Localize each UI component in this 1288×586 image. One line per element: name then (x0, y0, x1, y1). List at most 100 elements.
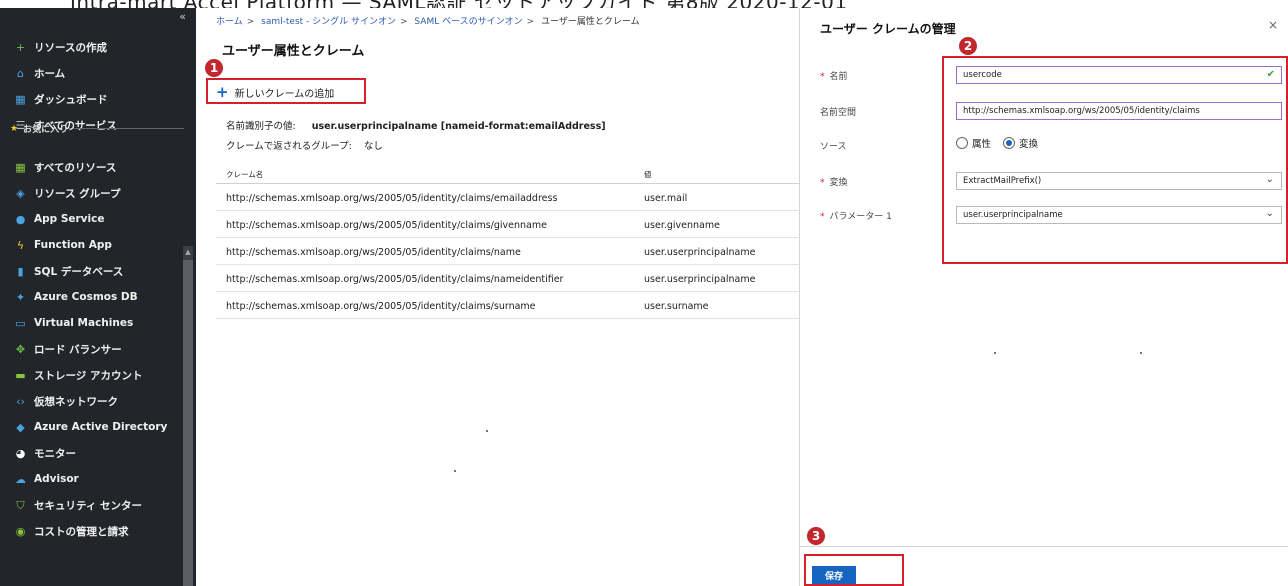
sidebar-scrollbar-thumb[interactable] (183, 260, 193, 586)
table-row[interactable]: http://schemas.xmlsoap.org/ws/2005/05/id… (216, 211, 800, 238)
document-title: Intra-mart Accel Platform — SAML認証 セットアッ… (70, 0, 848, 8)
transform-dropdown[interactable]: ExtractMailPrefix() ⌄ (956, 172, 1282, 190)
sidebar-item[interactable]: ◆ Azure Active Directory (0, 414, 180, 440)
sidebar-item[interactable]: ✥ ロード バランサー (0, 336, 180, 362)
favorites-label: お気に入り (23, 125, 69, 135)
breadcrumb-home[interactable]: ホーム (216, 17, 243, 27)
sidebar-item-label: Virtual Machines (34, 317, 134, 329)
close-icon[interactable]: × (1268, 18, 1278, 32)
sidebar-item-label: ストレージ アカウント (34, 369, 143, 382)
column-header-value[interactable]: 値 (644, 169, 652, 180)
table-row[interactable]: http://schemas.xmlsoap.org/ws/2005/05/id… (216, 184, 800, 211)
sidebar-item[interactable]: ● App Service (0, 206, 180, 232)
table-row[interactable]: http://schemas.xmlsoap.org/ws/2005/05/id… (216, 265, 800, 292)
sidebar-item-label: コストの管理と請求 (34, 525, 129, 538)
artifact-dot (1140, 352, 1142, 354)
scroll-up-arrow-icon[interactable]: ▲ (183, 248, 193, 258)
name-id-value[interactable]: user.userprincipalname [nameid-format:em… (312, 121, 606, 132)
table-header-row: クレーム名 値 (216, 160, 800, 184)
source-field-label: ソース (820, 142, 847, 152)
document-title-strip: Intra-mart Accel Platform — SAML認証 セットアッ… (0, 0, 1288, 8)
highlight-box-form (942, 56, 1288, 264)
plus-icon: + (15, 40, 26, 54)
dashboard-icon: ▦ (15, 92, 26, 106)
artifact-dot (454, 470, 456, 472)
favorites-header: ★ お気に入り (10, 122, 185, 135)
sidebar-item[interactable]: ☁ Advisor (0, 466, 180, 492)
sidebar-item[interactable]: ▭ Virtual Machines (0, 310, 180, 336)
network-icon: ‹› (16, 394, 25, 408)
groups-value[interactable]: なし (364, 141, 383, 152)
divider (74, 128, 185, 129)
sidebar-item[interactable]: ▦ ダッシュボード (0, 86, 180, 112)
advisor-icon: ☁ (15, 472, 26, 486)
table-row[interactable]: http://schemas.xmlsoap.org/ws/2005/05/id… (216, 292, 800, 319)
sidebar-item-label: 仮想ネットワーク (34, 395, 118, 408)
sidebar-item[interactable]: ◈ リソース グループ (0, 180, 180, 206)
source-radio-group: 属性 変換 (956, 136, 1050, 150)
step-badge-2: 2 (958, 36, 978, 56)
sidebar-item-label: モニター (34, 447, 76, 460)
grid-icon: ▦ (15, 160, 26, 174)
parameter-dropdown[interactable]: user.userprincipalname ⌄ (956, 206, 1282, 224)
sidebar-item[interactable]: ▬ ストレージ アカウント (0, 362, 180, 388)
sidebar-item-label: リソース グループ (34, 187, 121, 200)
step-badge-3: 3 (806, 526, 826, 546)
transform-field-label: * 変換 (820, 178, 848, 188)
breadcrumb: ホーム > saml-test - シングル サインオン > SAML ベースのサイ… (216, 17, 640, 27)
add-claim-button[interactable]: + 新しいクレームの追加 (208, 80, 364, 104)
name-id-row: 名前識別子の値: user.userprincipalname [nameid-f… (226, 118, 606, 132)
claim-name-cell: http://schemas.xmlsoap.org/ws/2005/05/id… (226, 301, 536, 312)
breadcrumb-sso[interactable]: saml-test - シングル サインオン (261, 17, 396, 27)
sidebar-item[interactable]: ⌂ ホーム (0, 60, 180, 86)
vm-icon: ▭ (15, 316, 26, 330)
namespace-input[interactable]: http://schemas.xmlsoap.org/ws/2005/05/id… (956, 102, 1282, 120)
collapse-sidebar-button[interactable]: « (179, 10, 186, 23)
breadcrumb-current: ユーザー属性とクレーム (541, 17, 640, 27)
check-icon: ✔ (1266, 69, 1275, 80)
name-field-label: * 名前 (820, 72, 848, 82)
sidebar-item[interactable]: + リソースの作成 (0, 34, 180, 60)
sidebar-item-label: ロード バランサー (34, 343, 122, 356)
claim-value-cell: user.userprincipalname (644, 247, 756, 258)
groups-label: クレームで返されるグループ: (226, 141, 352, 152)
add-claim-label: 新しいクレームの追加 (234, 88, 335, 100)
claim-name-cell: http://schemas.xmlsoap.org/ws/2005/05/id… (226, 193, 558, 204)
aad-icon: ◆ (16, 420, 25, 434)
sidebar-item-label: Function App (34, 239, 112, 251)
chevron-down-icon: ⌄ (1265, 174, 1274, 185)
column-header-claim-name[interactable]: クレーム名 (226, 169, 263, 180)
database-icon: ▮ (17, 264, 24, 278)
sidebar-item-label: ホーム (34, 67, 66, 80)
sidebar-item[interactable]: ⛉ セキュリティ センター (0, 492, 180, 518)
claim-value-cell: user.mail (644, 193, 688, 204)
panel-footer-divider (800, 546, 1288, 547)
step-badge-1: 1 (204, 58, 224, 78)
sidebar-item[interactable]: ϟ Function App (0, 232, 180, 258)
radio-transform[interactable] (1003, 137, 1016, 149)
save-button[interactable]: 保存 (812, 566, 856, 584)
sidebar-item[interactable]: ‹› 仮想ネットワーク (0, 388, 180, 414)
claim-value-cell: user.givenname (644, 220, 720, 231)
sidebar-item[interactable]: ▮ SQL データベース (0, 258, 180, 284)
panel-title: ユーザー クレームの管理 (820, 22, 956, 36)
radio-attribute-label[interactable]: 属性 (972, 136, 991, 150)
sidebar-item[interactable]: ▦ すべてのリソース (0, 154, 180, 180)
sidebar-item-label: すべてのリソース (34, 161, 117, 174)
breadcrumb-saml[interactable]: SAML ベースのサインオン (414, 17, 522, 27)
sidebar-item-label: Azure Active Directory (34, 421, 168, 433)
lightning-icon: ϟ (16, 238, 25, 252)
sidebar-item[interactable]: ✦ Azure Cosmos DB (0, 284, 180, 310)
sidebar-item[interactable]: ◉ コストの管理と請求 (0, 518, 180, 544)
plus-icon: + (216, 83, 229, 101)
claims-blade: ホーム > saml-test - シングル サインオン > SAML ベースのサイ… (196, 8, 800, 586)
sidebar-item[interactable]: ◕ モニター (0, 440, 180, 466)
radio-transform-label[interactable]: 変換 (1019, 136, 1038, 150)
cost-icon: ◉ (15, 524, 26, 538)
shield-icon: ⛉ (16, 498, 25, 512)
radio-attribute[interactable] (956, 137, 968, 149)
claim-name-cell: http://schemas.xmlsoap.org/ws/2005/05/id… (226, 247, 521, 258)
sidebar-item-label: リソースの作成 (34, 41, 107, 54)
table-row[interactable]: http://schemas.xmlsoap.org/ws/2005/05/id… (216, 238, 800, 265)
name-input[interactable]: usercode ✔ (956, 66, 1282, 84)
